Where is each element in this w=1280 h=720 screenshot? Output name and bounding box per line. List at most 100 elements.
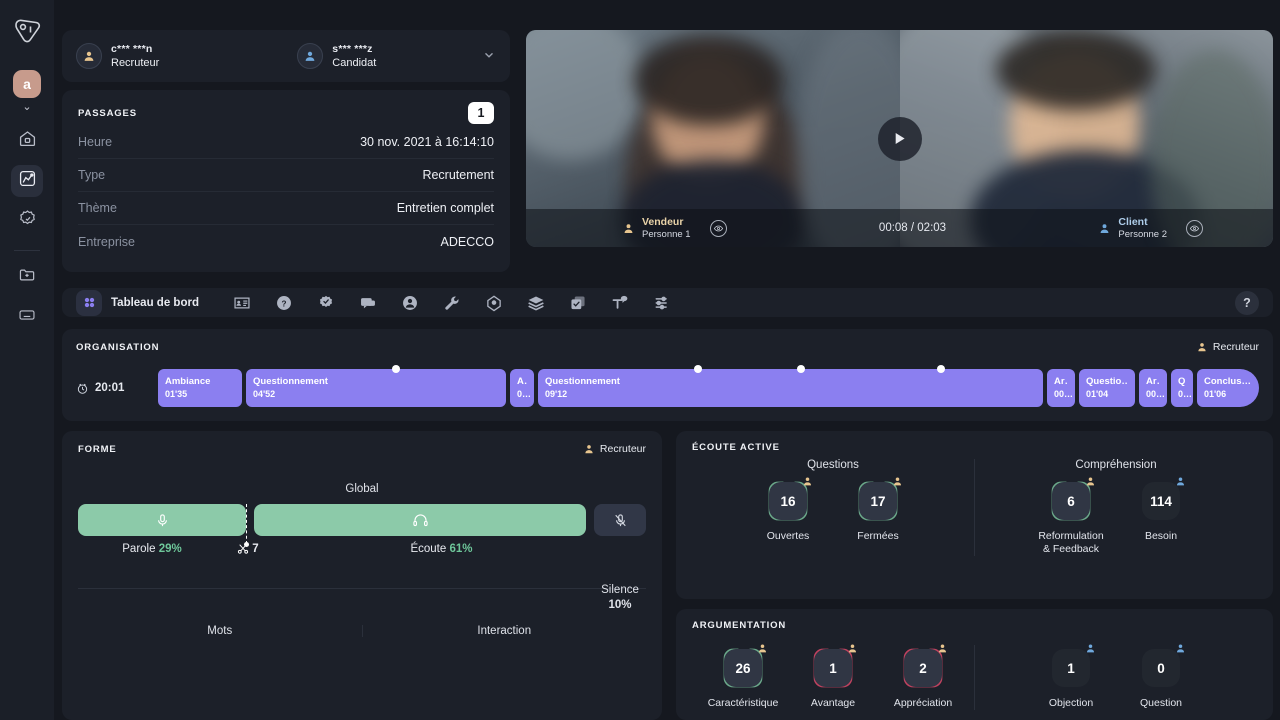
silence-label: Silence 10%	[594, 583, 646, 613]
sliders-icon[interactable]	[641, 294, 683, 312]
argumentation-card: ARGUMENTATION 26Caractéristique1Avantage…	[676, 609, 1273, 720]
grid-icon	[76, 290, 102, 316]
participant-candidate[interactable]: s*** ***z Candidat	[297, 43, 376, 70]
help-button[interactable]: ?	[1235, 291, 1259, 315]
session-info-column: c*** ***n Recruteur s*** ***z Candidat	[62, 30, 510, 272]
participant-name: s*** ***z	[332, 43, 376, 56]
metric-group: 26Caractéristique 1Avantage 2Appréciation	[692, 645, 974, 710]
metric-ring: 17	[855, 478, 901, 524]
text-bubble-icon[interactable]	[599, 294, 641, 312]
forme-divider	[78, 588, 646, 589]
person-icon	[622, 222, 635, 235]
organisation-owner-label: Recruteur	[1213, 341, 1259, 353]
timeline-segment[interactable]: Ambiance01'35	[158, 369, 242, 407]
timeline-segment[interactable]: Ar…00…	[1047, 369, 1075, 407]
timeline-segment[interactable]: Questionnement09'12	[538, 369, 1043, 407]
metric-item[interactable]: 114Besoin	[1125, 478, 1197, 556]
user-circle-icon[interactable]	[389, 294, 431, 312]
question-circle-icon[interactable]: ?	[263, 294, 305, 312]
metric-item[interactable]: 6Reformulation & Feedback	[1035, 478, 1107, 556]
ecoute-bar[interactable]	[254, 504, 586, 536]
sidebar-item-badge[interactable]	[11, 205, 43, 237]
video-tag-name: Vendeur	[642, 216, 691, 229]
eye-icon[interactable]	[1186, 220, 1203, 237]
silence-bar[interactable]	[594, 504, 646, 536]
metric-group: 1Objection 0 Question	[974, 645, 1257, 710]
video-tag-left[interactable]: Vendeur Personne 1	[526, 216, 727, 241]
person-icon	[1098, 222, 1111, 235]
forme-card: FORME Recruteur Global	[62, 431, 662, 720]
timeline-duration-label: 20:01	[95, 382, 124, 394]
sidebar-item-add-folder[interactable]	[11, 261, 43, 293]
chevron-down-icon[interactable]	[482, 48, 496, 65]
video-timecode: 00:08 / 02:03	[879, 222, 946, 234]
sidebar-item-keyboard[interactable]	[11, 301, 43, 333]
participants-card[interactable]: c*** ***n Recruteur s*** ***z Candidat	[62, 30, 510, 82]
metric-ring: 1	[810, 645, 856, 691]
person-icon	[802, 474, 813, 492]
metric-label: Objection	[1035, 697, 1107, 710]
metric-item[interactable]: 2Appréciation	[887, 645, 959, 710]
person-icon	[583, 443, 595, 455]
participant-recruiter[interactable]: c*** ***n Recruteur	[76, 43, 159, 70]
microphone-icon	[155, 513, 170, 528]
parole-value: 29%	[159, 543, 182, 555]
tab-dashboard[interactable]: Tableau de bord	[76, 290, 199, 316]
metric-item[interactable]: 1Objection	[1035, 645, 1107, 710]
section-navbar: Tableau de bord ?	[62, 288, 1273, 317]
app-logo-icon[interactable]	[10, 14, 44, 48]
timeline-marker-dot[interactable]	[797, 365, 805, 373]
forme-owner: Recruteur	[583, 443, 646, 455]
chevron-down-icon[interactable]: ⌄	[22, 100, 31, 114]
svg-text:?: ?	[281, 299, 286, 308]
metric-label: Question	[1125, 697, 1197, 710]
shield-check-icon[interactable]	[305, 294, 347, 312]
table-row: Thème Entretien complet	[78, 192, 494, 225]
id-card-icon[interactable]	[221, 294, 263, 312]
chat-bubble-icon[interactable]	[347, 294, 389, 312]
metric-item[interactable]: 0 Question	[1125, 645, 1197, 710]
sidebar-item-home[interactable]	[11, 125, 43, 157]
metric-label: Reformulation & Feedback	[1035, 530, 1107, 556]
timeline-track[interactable]: Ambiance01'35Questionnement04'52A…0…Ques…	[158, 369, 1259, 407]
metric-item[interactable]: 16Ouvertes	[752, 478, 824, 543]
video-player[interactable]: Vendeur Personne 1 00:08 / 02:03 Client …	[526, 30, 1273, 247]
checklist-icon[interactable]	[557, 294, 599, 312]
wrench-icon[interactable]	[431, 294, 473, 312]
timeline-marker-dot[interactable]	[392, 365, 400, 373]
timeline-segment[interactable]: Questio…01'04	[1079, 369, 1135, 407]
metric-ring: 0	[1138, 645, 1184, 691]
timeline-marker-dot[interactable]	[694, 365, 702, 373]
timeline-segment[interactable]: A…0…	[510, 369, 534, 407]
parole-bar[interactable]	[78, 504, 246, 536]
timeline-segment[interactable]: Conclus…01'06	[1197, 369, 1259, 407]
metric-item[interactable]: 26Caractéristique	[707, 645, 779, 710]
row-value: Recrutement	[422, 168, 494, 182]
timeline-segment[interactable]: Ar…00…	[1139, 369, 1167, 407]
passages-count-badge[interactable]: 1	[468, 102, 494, 124]
organisation-card: ORGANISATION Recruteur 20:01 Ambiance01'…	[62, 329, 1273, 421]
metric-ring: 2	[900, 645, 946, 691]
eye-icon[interactable]	[710, 220, 727, 237]
metric-item[interactable]: 1Avantage	[797, 645, 869, 710]
forme-footer-interaction: Interaction	[362, 625, 647, 637]
user-avatar[interactable]: a	[13, 70, 41, 98]
metric-label: Ouvertes	[752, 530, 824, 543]
main-content: c*** ***n Recruteur s*** ***z Candidat	[54, 0, 1280, 720]
diamond-icon[interactable]	[473, 294, 515, 312]
forme-footer-mots: Mots	[78, 625, 362, 637]
timeline-marker-dot[interactable]	[937, 365, 945, 373]
silence-label-text: Silence	[594, 583, 646, 598]
forme-footer: Mots Interaction	[78, 625, 646, 637]
row-key: Entreprise	[78, 235, 135, 249]
layers-icon[interactable]	[515, 294, 557, 312]
play-button[interactable]	[878, 117, 922, 161]
passages-card: PASSAGES 1 Heure 30 nov. 2021 à 16:14:10…	[62, 90, 510, 272]
metric-item[interactable]: 17Fermées	[842, 478, 914, 543]
video-tag-right[interactable]: Client Personne 2	[1098, 216, 1273, 241]
timeline-segment-duration: 09'12	[545, 388, 1036, 400]
sidebar-item-analytics[interactable]	[11, 165, 43, 197]
bottom-row: FORME Recruteur Global	[62, 431, 1273, 720]
timeline-segment[interactable]: Questionnement04'52	[246, 369, 506, 407]
timeline-segment[interactable]: Q…0…	[1171, 369, 1193, 407]
